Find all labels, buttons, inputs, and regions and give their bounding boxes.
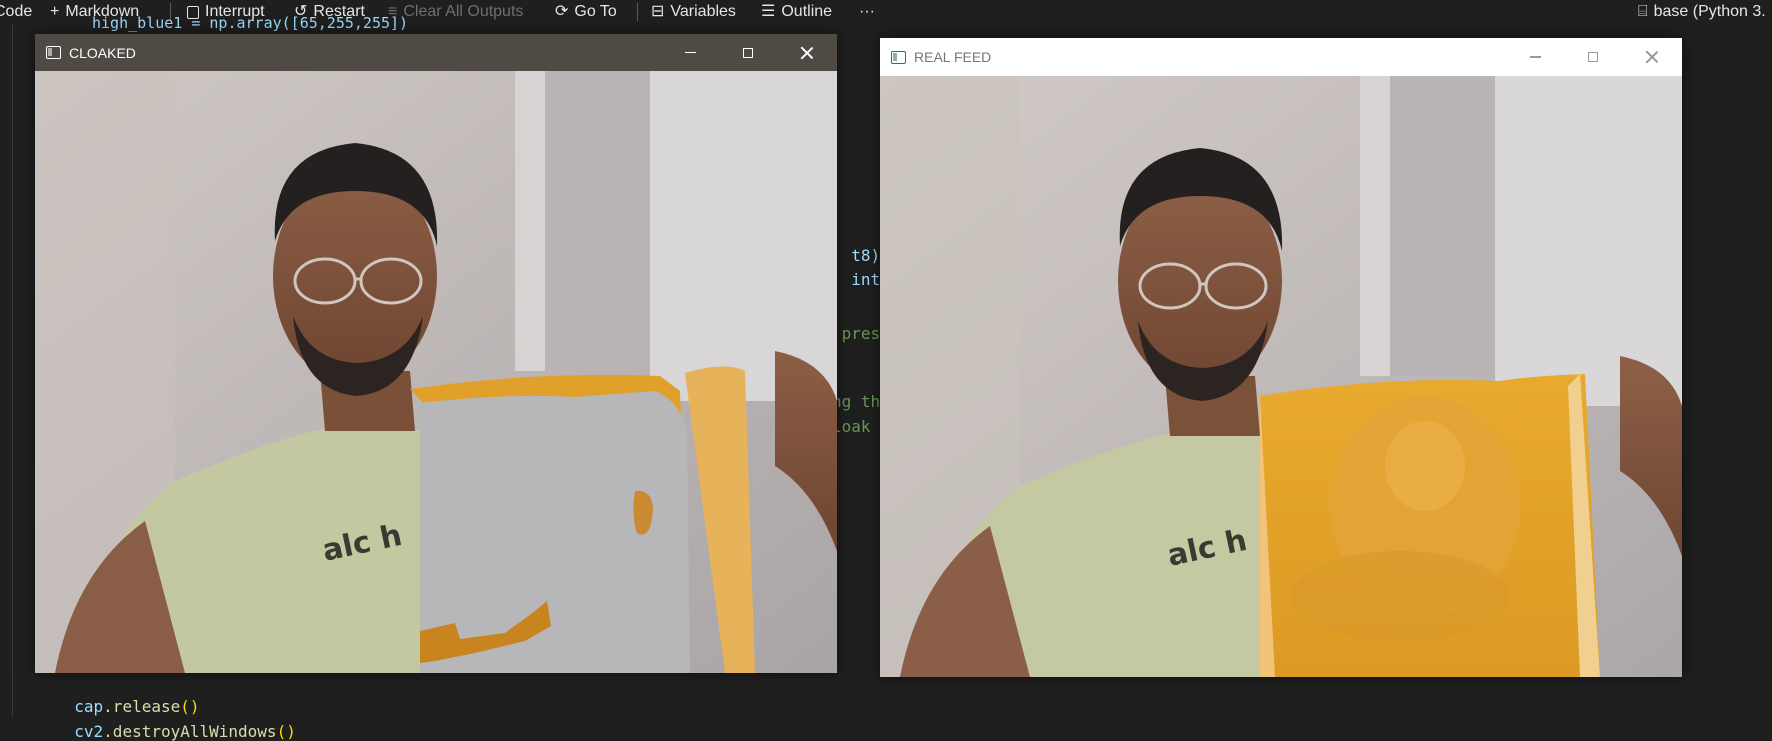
plus-icon: +: [50, 3, 60, 20]
cell-gutter: [12, 24, 13, 717]
toolbar-divider: [637, 3, 638, 21]
real-feed-titlebar[interactable]: REAL FEED: [880, 38, 1682, 76]
maximize-button[interactable]: [723, 34, 773, 71]
maximize-icon: [743, 47, 753, 58]
window-title: CLOAKED: [69, 44, 136, 61]
close-button[interactable]: [1627, 38, 1677, 76]
code-label: Code: [0, 3, 33, 20]
more-actions-button[interactable]: ···: [859, 0, 875, 24]
close-icon: [1645, 50, 1659, 64]
code-token: cv2: [74, 722, 104, 741]
outline-label: Outline: [781, 3, 833, 20]
kernel-picker[interactable]: ⌸ base (Python 3.: [1638, 0, 1766, 24]
cloaked-titlebar[interactable]: CLOAKED: [35, 34, 837, 71]
clear-outputs-label: Clear All Outputs: [403, 3, 524, 20]
minimize-button[interactable]: [1510, 38, 1560, 76]
cloaked-frame-image: alc h: [35, 71, 837, 673]
app-window-icon: [891, 50, 906, 64]
kernel-label: base (Python 3.: [1653, 3, 1766, 20]
real-feed-window[interactable]: REAL FEED alc h: [880, 38, 1682, 677]
more-icon: ···: [859, 3, 875, 20]
goto-icon: ⟳: [555, 3, 569, 20]
code-token: .destroyAllWindows: [103, 722, 277, 741]
real-video-frame: alc h: [880, 76, 1682, 677]
real-frame-image: alc h: [880, 76, 1682, 677]
minimize-button[interactable]: [665, 34, 715, 71]
code-peek-comment-1: pres: [832, 324, 881, 343]
outline-icon: ☰: [761, 3, 776, 20]
cloaked-window[interactable]: CLOAKED alc h: [35, 34, 837, 673]
close-button[interactable]: [782, 34, 832, 71]
minimize-icon: [1529, 56, 1541, 58]
maximize-button[interactable]: [1568, 38, 1618, 76]
code-button[interactable]: Code: [0, 0, 32, 24]
cloaked-video-frame: alc h: [35, 71, 837, 673]
code-line-destroy: cv2.destroyAllWindows(): [55, 703, 296, 741]
app-window-icon: [46, 46, 61, 59]
close-icon: [800, 46, 814, 60]
maximize-icon: [1588, 52, 1598, 62]
code-peek-comment-3: loak: [832, 417, 871, 436]
window-title: REAL FEED: [914, 49, 992, 65]
code-token: (): [276, 722, 296, 741]
outline-button[interactable]: ☰ Outline: [761, 0, 832, 24]
code-peek-comment-2: ng th: [832, 392, 881, 411]
minimize-icon: [684, 51, 696, 54]
goto-label: Go To: [574, 3, 617, 20]
goto-button[interactable]: ⟳ Go To: [555, 0, 617, 24]
variables-icon: ⊟: [651, 3, 665, 20]
code-line-high-blue: high_blue1 = np.array([65,255,255]): [92, 14, 409, 32]
variables-button[interactable]: ⊟ Variables: [651, 0, 736, 24]
variables-label: Variables: [670, 3, 736, 20]
kernel-icon: ⌸: [1638, 3, 1648, 20]
clear-outputs-button[interactable]: ≡ Clear All Outputs: [388, 0, 523, 24]
